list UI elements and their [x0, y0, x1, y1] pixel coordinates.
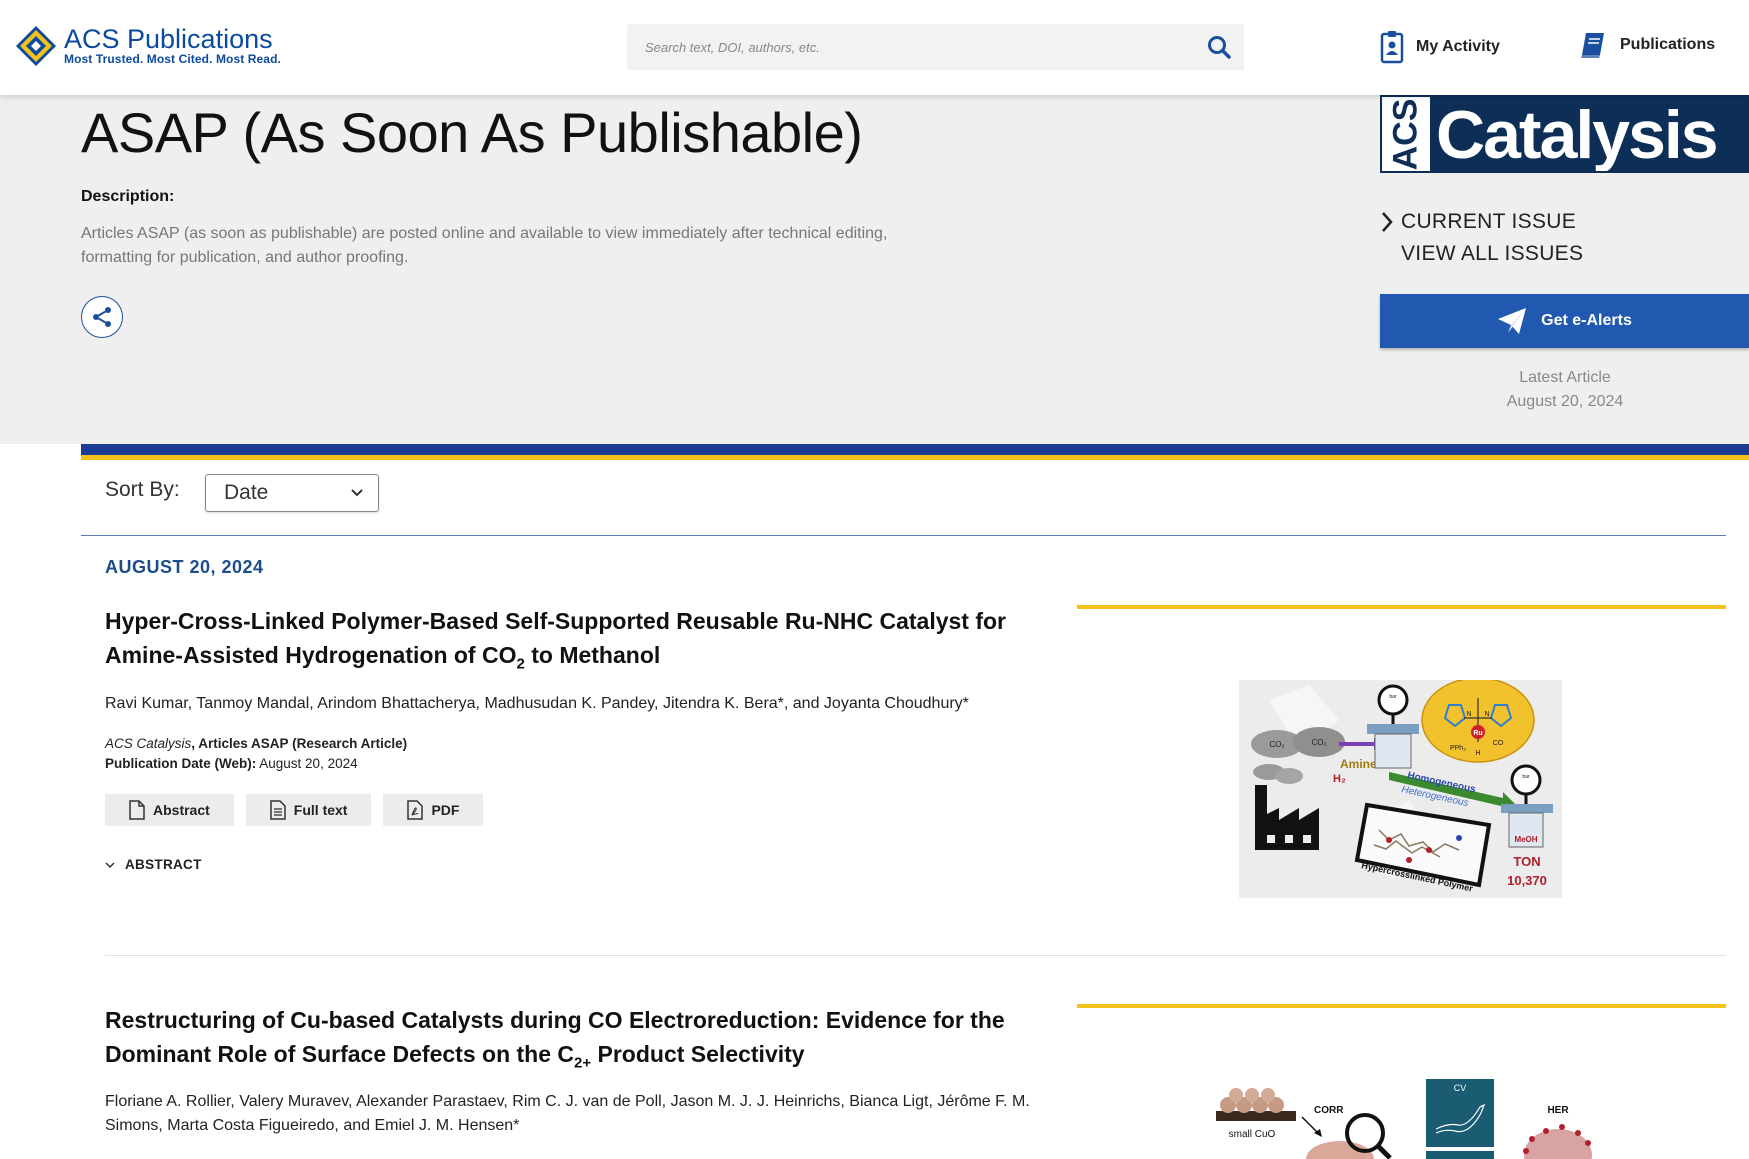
my-activity-link[interactable]: My Activity [1380, 30, 1500, 64]
sort-selected-value: Date [224, 481, 269, 504]
toc-graphic-1[interactable]: CO₂ CO₂ Amine H₂ bar Ru PPh₃ CO H N N Ho… [1239, 680, 1562, 898]
svg-text:CO₂: CO₂ [1269, 740, 1284, 749]
magnifier-icon [1306, 1113, 1392, 1159]
abstract-button[interactable]: Abstract [105, 794, 234, 826]
article-authors-1: Ravi Kumar, Tanmoy Mandal, Arindom Bhatt… [105, 695, 969, 712]
activity-clipboard-icon [1380, 31, 1404, 64]
view-all-issues-link[interactable]: VIEW ALL ISSUES [1401, 242, 1583, 266]
sort-by-label: Sort By: [105, 478, 180, 501]
article-divider [105, 955, 1726, 956]
date-heading: AUGUST 20, 2024 [105, 557, 264, 577]
toc-accent-line-1 [1077, 605, 1726, 609]
acs-catalysis-journal-logo[interactable]: ACS Catalysis [1380, 95, 1749, 173]
svg-text:H: H [1475, 750, 1480, 757]
svg-text:HER: HER [1547, 1105, 1569, 1116]
svg-text:bar: bar [1522, 774, 1530, 780]
publications-label: Publications [1620, 36, 1716, 53]
cuo-particles-graphic [1216, 1088, 1296, 1121]
document-icon [129, 800, 145, 820]
svg-text:CO: CO [1493, 740, 1504, 747]
article-section-1: , Articles ASAP (Research Article) [191, 736, 408, 751]
svg-text:CORR: CORR [1314, 1105, 1344, 1116]
svg-text:Ru: Ru [1473, 730, 1482, 737]
journal-logo-name: Catalysis [1430, 97, 1747, 171]
svg-text:N: N [1484, 711, 1489, 718]
svg-text:MeOH: MeOH [1514, 835, 1537, 844]
chevron-down-small-icon [105, 861, 115, 868]
svg-text:Amine: Amine [1340, 757, 1377, 771]
pdf-icon [407, 800, 424, 820]
article-journal-1: ACS Catalysis [105, 736, 192, 751]
search-input[interactable] [627, 24, 1187, 70]
article-title-1[interactable]: Hyper-Cross-Linked Polymer-Based Self-Su… [105, 604, 1065, 682]
chevron-down-icon [351, 489, 363, 497]
svg-text:CO₂: CO₂ [1311, 738, 1326, 747]
abstract-toggle[interactable]: ABSTRACT [105, 857, 202, 872]
description-label: Description: [81, 188, 175, 205]
acs-diamond-logo-icon [16, 26, 56, 66]
acs-publications-logo[interactable]: ACS Publications Most Trusted. Most Cite… [14, 24, 281, 68]
svg-text:TON: TON [1513, 854, 1540, 869]
chevron-right-icon [1382, 212, 1393, 232]
svg-text:N: N [1466, 711, 1471, 718]
current-issue-link[interactable]: CURRENT ISSUE [1401, 210, 1576, 234]
search-button[interactable] [1206, 34, 1232, 60]
latest-article-label: Latest Article [1519, 369, 1611, 386]
divider-blue [81, 444, 1749, 455]
pubdate-label-1: Publication Date (Web): [105, 756, 257, 771]
toc-graphic-2[interactable]: small CuO CORR CV HER [1210, 1075, 1610, 1159]
page-title: ASAP (As Soon As Publishable) [81, 101, 863, 164]
svg-text:10,370: 10,370 [1507, 873, 1547, 888]
logo-wordmark: ACS Publications [64, 24, 273, 54]
article-meta-1: ACS Catalysis, Articles ASAP (Research A… [105, 734, 407, 774]
svg-text:CV: CV [1454, 1083, 1467, 1093]
top-header: ACS Publications Most Trusted. Most Cite… [0, 0, 1749, 95]
toc-accent-line-2 [1077, 1004, 1726, 1008]
share-icon [93, 307, 111, 327]
article-authors-2: Floriane A. Rollier, Valery Muravev, Ale… [105, 1093, 1030, 1134]
share-button[interactable] [81, 296, 123, 338]
divider-yellow [81, 455, 1749, 460]
description-text: Articles ASAP (as soon as publishable) a… [81, 225, 888, 266]
svg-text:H₂: H₂ [1333, 773, 1346, 785]
pdf-button[interactable]: PDF [383, 794, 484, 826]
search-bar [627, 24, 1244, 70]
sort-divider [81, 535, 1726, 536]
search-icon [1208, 36, 1231, 59]
my-activity-label: My Activity [1416, 38, 1500, 55]
latest-article-info: Latest Article August 20, 2024 [1430, 366, 1700, 414]
get-e-alerts-label: Get e-Alerts [1541, 312, 1632, 329]
book-icon [1581, 33, 1604, 58]
latest-article-date: August 20, 2024 [1506, 393, 1624, 410]
journal-logo-acs: ACS [1382, 97, 1430, 171]
paper-plane-icon [1498, 308, 1527, 334]
get-e-alerts-button[interactable]: Get e-Alerts [1380, 294, 1749, 348]
svg-text:bar: bar [1389, 694, 1397, 700]
svg-text:small CuO: small CuO [1229, 1129, 1276, 1140]
pubdate-1: August 20, 2024 [256, 756, 358, 771]
sort-by-select[interactable]: Date [205, 474, 379, 512]
logo-tagline: Most Trusted. Most Cited. Most Read. [64, 52, 281, 66]
full-text-button[interactable]: Full text [245, 794, 372, 826]
article-title-2[interactable]: Restructuring of Cu-based Catalysts duri… [105, 1003, 1065, 1081]
full-text-document-icon [270, 800, 286, 820]
her-particle-graphic [1523, 1124, 1592, 1159]
article-actions-1: Abstract Full text PDF [105, 794, 484, 826]
publications-link[interactable]: Publications [1578, 30, 1715, 60]
svg-text:PPh₃: PPh₃ [1450, 745, 1466, 752]
